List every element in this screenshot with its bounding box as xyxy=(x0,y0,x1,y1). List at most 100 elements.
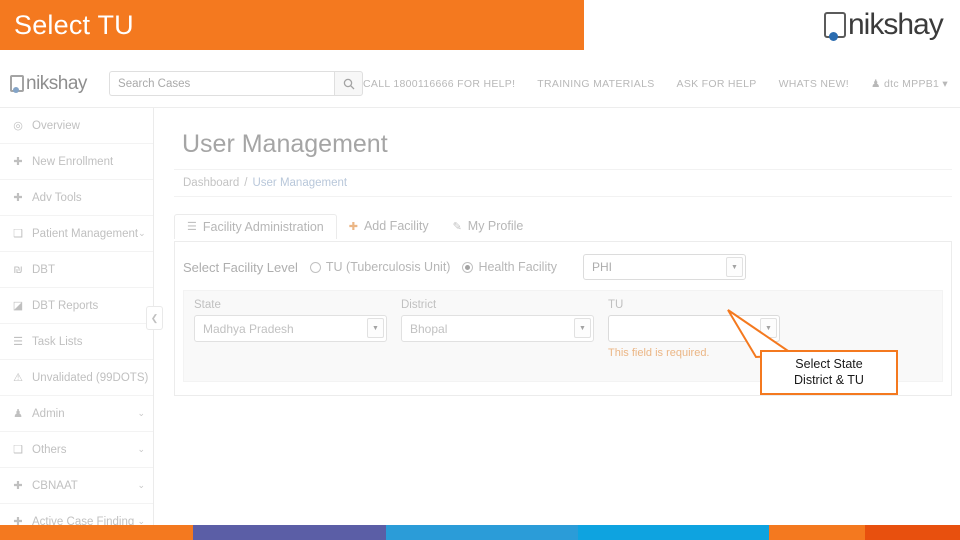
sidebar-item-dbt[interactable]: ₪ DBT xyxy=(0,252,153,288)
breadcrumb-separator: / xyxy=(244,177,248,189)
slide-title: Select TU xyxy=(14,9,134,40)
navbar-user-menu[interactable]: ♟ dtc MPPB1 ▾ xyxy=(871,78,948,90)
radio-tu-label: TU (Tuberculosis Unit) xyxy=(325,260,451,274)
slide-title-banner: Select TU xyxy=(0,0,584,50)
app-navbar: nikshay CALL 1800116666 FOR HELP! TRAINI… xyxy=(0,60,960,108)
phi-select[interactable]: PHI ▼ xyxy=(582,254,746,280)
slide-root: Select TU nikshay nikshay Search Cases C… xyxy=(0,0,960,540)
strip-segment-4 xyxy=(578,525,769,540)
list-icon: ☰ xyxy=(187,221,197,233)
list-icon: ☰ xyxy=(13,336,23,348)
nikshay-nav-logo-icon xyxy=(10,75,24,93)
search-button[interactable] xyxy=(334,71,364,96)
tab-label: Facility Administration xyxy=(202,219,324,234)
chevron-left-icon: ❮ xyxy=(150,312,159,323)
sidebar-item-dbt-reports[interactable]: ◪ DBT Reports xyxy=(0,288,153,324)
nikshay-logo-icon xyxy=(824,12,846,41)
sidebar-item-task-lists[interactable]: ☰ Task Lists xyxy=(0,324,153,360)
strip-segment-1 xyxy=(0,525,193,540)
state-select[interactable]: Madhya Pradesh ▼ xyxy=(194,315,387,342)
user-icon: ♟ xyxy=(13,408,23,420)
plus-icon: ✚ xyxy=(13,480,23,492)
sidebar-collapse-button[interactable]: ❮ xyxy=(146,306,163,330)
chevron-down-icon: ⌄ xyxy=(138,228,146,238)
chart-icon: ◪ xyxy=(12,300,24,312)
breadcrumb-current: User Management xyxy=(252,177,348,189)
tab-bar: ☰ Facility Administration ✚ Add Facility… xyxy=(174,211,960,241)
navbar-link-training[interactable]: TRAINING MATERIALS xyxy=(537,78,654,90)
plus-icon: ✚ xyxy=(348,220,358,233)
sidebar-item-label: DBT Reports xyxy=(32,299,99,312)
chevron-down-icon: ⌄ xyxy=(137,408,145,418)
tab-my-profile[interactable]: ✎ My Profile xyxy=(441,214,536,238)
navbar-link-help[interactable]: ASK FOR HELP xyxy=(677,78,757,90)
page-title: User Management xyxy=(182,130,388,158)
phi-select-value: PHI xyxy=(591,260,612,274)
facility-level-row: Select Facility Level TU (Tuberculosis U… xyxy=(175,242,951,280)
brand-logo: nikshay xyxy=(824,5,952,45)
sidebar-item-label: Patient Management xyxy=(32,227,139,240)
breadcrumb: Dashboard / User Management xyxy=(174,169,952,197)
search-input[interactable] xyxy=(109,71,335,96)
tab-label: My Profile xyxy=(467,219,524,233)
sidebar-item-label: Others xyxy=(32,443,67,456)
chevron-down-icon: ▼ xyxy=(367,318,384,338)
facility-level-label: Select Facility Level xyxy=(183,259,298,275)
sidebar-item-label: New Enrollment xyxy=(32,155,114,168)
sidebar-item-label: Admin xyxy=(32,407,65,420)
district-field: District Bhopal ▼ xyxy=(401,299,594,373)
clipboard-icon: ❑ xyxy=(13,228,23,240)
sidebar-item-label: CBNAAT xyxy=(32,479,78,492)
edit-icon: ✎ xyxy=(452,220,462,233)
radio-tu[interactable]: TU (Tuberculosis Unit) xyxy=(309,260,451,274)
tab-label: Add Facility xyxy=(363,219,429,233)
tab-facility-administration[interactable]: ☰ Facility Administration xyxy=(174,213,337,239)
search-icon xyxy=(343,78,354,89)
strip-segment-2 xyxy=(193,525,386,540)
plus-icon: ✚ xyxy=(13,156,23,168)
sidebar-item-label: DBT xyxy=(32,263,55,276)
navbar-user-label: dtc MPPB1 xyxy=(883,77,940,90)
radio-health-facility-icon xyxy=(462,261,474,273)
sidebar-item-label: Adv Tools xyxy=(32,191,82,204)
navbar-link-whatsnew[interactable]: WHATS NEW! xyxy=(779,78,849,90)
plus-icon: ✚ xyxy=(13,192,23,204)
chevron-down-icon: ⌄ xyxy=(137,480,145,490)
district-value: Bhopal xyxy=(410,321,448,336)
sidebar-item-new-enrollment[interactable]: ✚ New Enrollment xyxy=(0,144,153,180)
strip-segment-3 xyxy=(386,525,578,540)
tab-add-facility[interactable]: ✚ Add Facility xyxy=(337,214,441,238)
sidebar-item-unvalidated[interactable]: ⚠ Unvalidated (99DOTS) xyxy=(0,360,153,396)
box-icon: ❑ xyxy=(13,444,23,456)
callout-line-2: District & TU xyxy=(794,372,864,387)
radio-tu-icon xyxy=(309,261,321,273)
navbar-logo[interactable]: nikshay xyxy=(0,73,101,95)
warning-icon: ⚠ xyxy=(13,372,23,384)
chevron-down-icon: ▼ xyxy=(574,318,591,338)
state-value: Madhya Pradesh xyxy=(203,321,294,336)
money-icon: ₪ xyxy=(13,263,23,276)
sidebar-item-overview[interactable]: ◎ Overview xyxy=(0,108,153,144)
dashboard-icon: ◎ xyxy=(13,120,23,132)
state-label: State xyxy=(194,299,221,311)
sidebar-item-admin[interactable]: ♟ Admin ⌄ xyxy=(0,396,153,432)
sidebar-item-label: Overview xyxy=(32,119,80,132)
chevron-down-icon: ⌄ xyxy=(137,444,145,454)
sidebar-item-adv-tools[interactable]: ✚ Adv Tools xyxy=(0,180,153,216)
sidebar-item-others[interactable]: ❑ Others ⌄ xyxy=(0,432,153,468)
radio-health-facility-label: Health Facility xyxy=(478,260,557,274)
district-label: District xyxy=(401,299,437,311)
sidebar-item-cbnaat[interactable]: ✚ CBNAAT ⌄ xyxy=(0,468,153,504)
district-select[interactable]: Bhopal ▼ xyxy=(401,315,594,342)
callout-line-1: Select State xyxy=(795,356,863,371)
user-icon: ♟ xyxy=(871,77,881,90)
search-area xyxy=(109,71,364,96)
navbar-link-call[interactable]: CALL 1800116666 FOR HELP! xyxy=(363,78,515,90)
app-screenshot: nikshay CALL 1800116666 FOR HELP! TRAINI… xyxy=(0,60,960,540)
breadcrumb-root[interactable]: Dashboard xyxy=(183,177,239,189)
radio-health-facility[interactable]: Health Facility xyxy=(462,260,557,274)
navbar-logo-text: nikshay xyxy=(26,72,87,94)
main-content: User Management Dashboard / User Managem… xyxy=(154,108,960,525)
sidebar-item-patient-management[interactable]: ❑ Patient Management ⌄ xyxy=(0,216,153,252)
sidebar: ◎ Overview ✚ New Enrollment ✚ Adv Tools … xyxy=(0,108,154,540)
